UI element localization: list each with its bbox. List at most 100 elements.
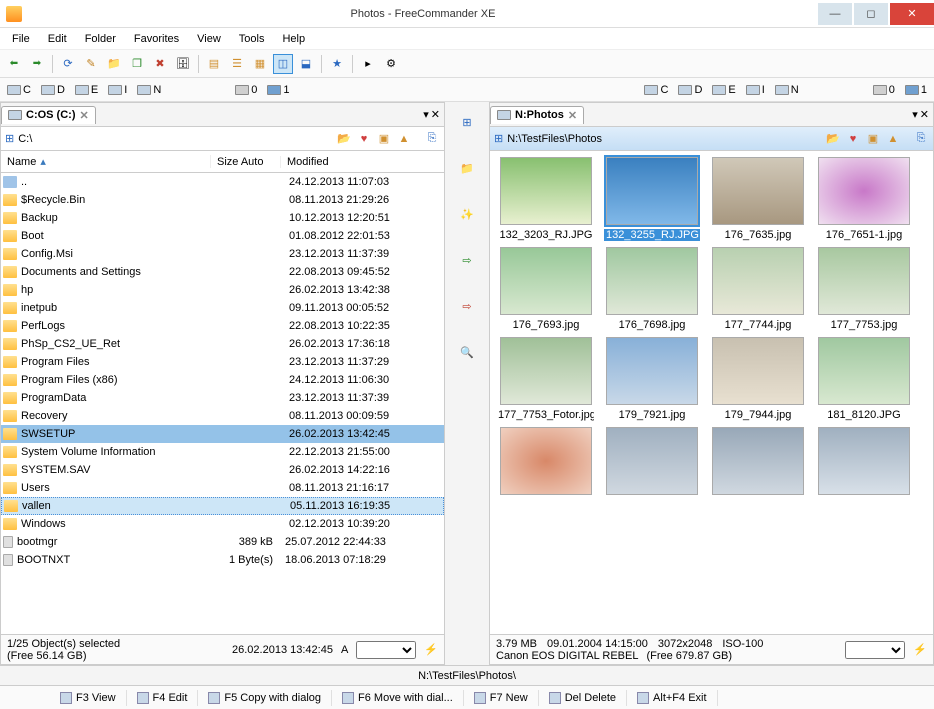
file-row[interactable]: Program Files (x86)24.12.2013 11:06:30 (1, 371, 444, 389)
fn-f3[interactable]: F3 View (50, 690, 127, 706)
tree-toggle-icon[interactable]: ◫ (273, 54, 293, 74)
drive-E[interactable]: E (709, 83, 738, 97)
drive-E[interactable]: E (72, 83, 101, 97)
right-path[interactable]: N:\TestFiles\Photos (507, 133, 602, 145)
menu-folder[interactable]: Folder (77, 31, 124, 47)
favorites-icon[interactable]: ★ (327, 54, 347, 74)
file-row[interactable]: Backup10.12.2013 12:20:51 (1, 209, 444, 227)
folder-up-icon[interactable]: ▲ (396, 131, 412, 147)
file-row[interactable]: Windows02.12.2013 10:39:20 (1, 515, 444, 533)
file-row[interactable]: ..24.12.2013 11:07:03 (1, 173, 444, 191)
thumbnail[interactable]: 177_7753.jpg (814, 247, 914, 331)
thumbnail[interactable]: 176_7651-1.jpg (814, 157, 914, 241)
close-button[interactable]: ✕ (890, 3, 934, 25)
drive-N[interactable]: N (134, 83, 164, 97)
file-row[interactable]: Recovery08.11.2013 00:09:59 (1, 407, 444, 425)
thumbnail[interactable]: 179_7944.jpg (708, 337, 808, 421)
drive-I[interactable]: I (105, 83, 130, 97)
fn-alt-f4[interactable]: Alt+F4 Exit (627, 690, 718, 706)
folder-nav-icon[interactable]: ▣ (865, 131, 881, 147)
file-row[interactable]: Users08.11.2013 21:16:17 (1, 479, 444, 497)
folder-add-icon[interactable]: 📁 (104, 54, 124, 74)
sync-panels-icon[interactable]: 📁 (455, 156, 479, 180)
tab-dropdown-icon[interactable]: ▾ (912, 108, 918, 121)
left-path[interactable]: C:\ (18, 133, 32, 145)
menu-file[interactable]: File (4, 31, 38, 47)
move-to-icon[interactable]: ⇨ (455, 294, 479, 318)
thumbnail-area[interactable]: 132_3203_RJ.JPG132_3255_RJ.JPG176_7635.j… (490, 151, 933, 634)
forward-button[interactable]: ➡ (27, 54, 47, 74)
thumbnail[interactable] (814, 427, 914, 499)
fn-f4[interactable]: F4 Edit (127, 690, 199, 706)
maximize-button[interactable]: ◻ (854, 3, 888, 25)
fav-path-icon[interactable]: ♥ (356, 131, 372, 147)
fn-f5[interactable]: F5 Copy with dialog (198, 690, 332, 706)
left-filter-apply-icon[interactable]: ⚡ (424, 643, 438, 656)
compare-icon[interactable]: ✨ (455, 202, 479, 226)
tab-close-icon[interactable]: ✕ (431, 108, 440, 121)
thumbnail[interactable]: 177_7753_Fotor.jpg (496, 337, 596, 421)
thumbnail[interactable]: 132_3255_RJ.JPG (602, 157, 702, 241)
file-row[interactable]: bootmgr389 kB25.07.2012 22:44:33 (1, 533, 444, 551)
thumbnail[interactable]: 181_8120.JPG (814, 337, 914, 421)
right-filter-select[interactable] (845, 641, 905, 659)
refresh-button[interactable]: ⟳ (58, 54, 78, 74)
thumbnail[interactable] (496, 427, 596, 499)
file-row[interactable]: BOOTNXT1 Byte(s)18.06.2013 07:18:29 (1, 551, 444, 569)
copy-path-icon[interactable]: ⎘ (913, 131, 929, 147)
file-row[interactable]: hp26.02.2013 13:42:38 (1, 281, 444, 299)
drive-C[interactable]: C (641, 83, 671, 97)
fn-f7[interactable]: F7 New (464, 690, 539, 706)
tab-dropdown-icon[interactable]: ▾ (423, 108, 429, 121)
thumbnail[interactable]: 132_3203_RJ.JPG (496, 157, 596, 241)
history-icon[interactable]: 📂 (825, 131, 841, 147)
drive-D[interactable]: D (675, 83, 705, 97)
file-row[interactable]: PhSp_CS2_UE_Ret26.02.2013 17:36:18 (1, 335, 444, 353)
view-list-icon[interactable]: ▤ (204, 54, 224, 74)
drive-C[interactable]: C (4, 83, 34, 97)
thumbnail[interactable]: 176_7698.jpg (602, 247, 702, 331)
col-name[interactable]: Name▴ (1, 155, 211, 168)
drive-extra-1[interactable]: 1 (902, 83, 930, 97)
menu-edit[interactable]: Edit (40, 31, 75, 47)
minimize-button[interactable]: — (818, 3, 852, 25)
search-icon[interactable]: 🔍 (455, 340, 479, 364)
tab-close-icon[interactable]: ✕ (920, 108, 929, 121)
archive-icon[interactable]: 🗄 (173, 54, 193, 74)
close-tab-icon[interactable]: ✕ (80, 109, 89, 122)
view-details-icon[interactable]: ☰ (227, 54, 247, 74)
drive-extra-0[interactable]: 0 (870, 83, 898, 97)
settings-icon[interactable]: ⚙ (381, 54, 401, 74)
file-list[interactable]: ..24.12.2013 11:07:03$Recycle.Bin08.11.2… (1, 173, 444, 634)
file-row[interactable]: Program Files23.12.2013 11:37:29 (1, 353, 444, 371)
left-filter-select[interactable] (356, 641, 416, 659)
menu-favorites[interactable]: Favorites (126, 31, 187, 47)
file-row[interactable]: $Recycle.Bin08.11.2013 21:29:26 (1, 191, 444, 209)
fn-f6[interactable]: F6 Move with dial... (332, 690, 464, 706)
menu-tools[interactable]: Tools (231, 31, 273, 47)
file-row[interactable]: inetpub09.11.2013 00:05:52 (1, 299, 444, 317)
file-row[interactable]: System Volume Information22.12.2013 21:5… (1, 443, 444, 461)
thumbnail[interactable] (708, 427, 808, 499)
drive-I[interactable]: I (743, 83, 768, 97)
edit-icon[interactable]: ✎ (81, 54, 101, 74)
drive-D[interactable]: D (38, 83, 68, 97)
left-tab[interactable]: C:OS (C:) ✕ (1, 106, 96, 124)
thumbnail[interactable] (602, 427, 702, 499)
drive-extra-0[interactable]: 0 (232, 83, 260, 97)
copy-to-icon[interactable]: ⇨ (455, 248, 479, 272)
file-row[interactable]: SYSTEM.SAV26.02.2013 14:22:16 (1, 461, 444, 479)
thumbnail[interactable]: 177_7744.jpg (708, 247, 808, 331)
folder-up-icon[interactable]: ▲ (885, 131, 901, 147)
prompt-icon[interactable]: ▸ (358, 54, 378, 74)
delete-icon[interactable]: ✖ (150, 54, 170, 74)
file-row[interactable]: Boot01.08.2012 22:01:53 (1, 227, 444, 245)
thumbnail[interactable]: 179_7921.jpg (602, 337, 702, 421)
thumbnail[interactable]: 176_7635.jpg (708, 157, 808, 241)
thumbnail[interactable]: 176_7693.jpg (496, 247, 596, 331)
history-icon[interactable]: 📂 (336, 131, 352, 147)
fn-del-delete[interactable]: Del Delete (539, 690, 627, 706)
copy-icon[interactable]: ❐ (127, 54, 147, 74)
col-modified[interactable]: Modified (281, 156, 444, 168)
drive-extra-1[interactable]: 1 (264, 83, 292, 97)
